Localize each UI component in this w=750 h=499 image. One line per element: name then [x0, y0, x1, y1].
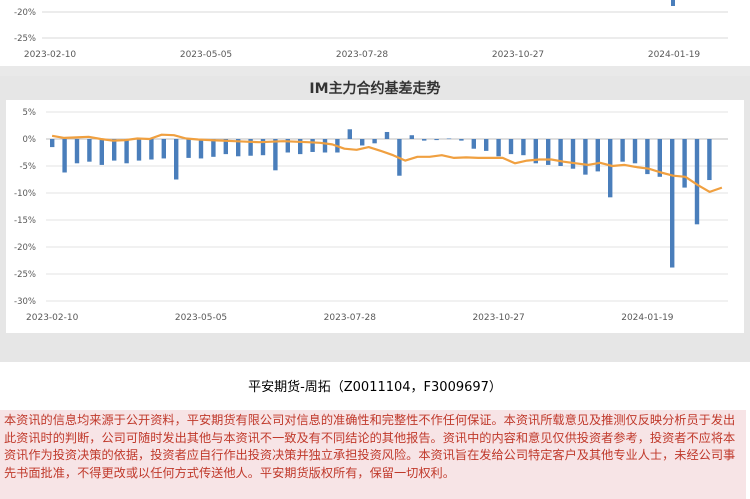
- basis-bar: [186, 139, 191, 158]
- basis-bar: [422, 139, 427, 141]
- xtick-label: 2023-07-28: [324, 313, 377, 323]
- xtick-label: 2023-05-05: [175, 313, 227, 323]
- basis-bar: [595, 139, 600, 172]
- basis-bar: [74, 139, 80, 164]
- grid-layer: [46, 111, 728, 302]
- basis-bar: [459, 139, 464, 141]
- basis-bar: [694, 139, 700, 225]
- basis-bar: [198, 139, 204, 159]
- basis-bar: [112, 139, 117, 161]
- basis-bar: [583, 139, 588, 175]
- ytick-label: -20%: [14, 243, 36, 253]
- basis-bar: [384, 131, 390, 139]
- x-axis: 2023-02-10 2023-05-05 2023-07-28 2023-10-27…: [26, 313, 674, 323]
- basis-bar: [471, 139, 476, 149]
- ytick-label: -10%: [14, 189, 36, 199]
- basis-bar: [161, 139, 166, 159]
- ytick-label: 5%: [23, 108, 37, 118]
- ytick-label: 0%: [23, 135, 37, 145]
- basis-bar: [149, 139, 154, 160]
- ytick-label: -15%: [14, 216, 36, 226]
- author-signature: 平安期货-周拓（Z0011104，F3009697）: [248, 380, 502, 395]
- basis-bar: [682, 139, 687, 188]
- basis-bar: [211, 139, 216, 157]
- basis-bar: [496, 139, 501, 157]
- basis-bar: [434, 139, 439, 141]
- basis-bar: [347, 129, 352, 139]
- chart-footer-band: [0, 333, 750, 362]
- basis-bar: [99, 139, 104, 165]
- ytick-label: -30%: [14, 297, 36, 307]
- y-axis: 5% 0% -5% -10% -15% -20% -25% -30%: [14, 108, 36, 307]
- basis-bar: [360, 139, 365, 146]
- basis-bar: [620, 139, 625, 162]
- basis-bar: [484, 139, 489, 151]
- basis-bar: [87, 139, 92, 162]
- basis-bar: [50, 139, 55, 148]
- basis-bar: [62, 139, 67, 173]
- basis-bar: [570, 139, 576, 169]
- basis-bar: [446, 138, 452, 140]
- ytick-label: -25%: [14, 270, 36, 280]
- basis-bar: [124, 139, 129, 164]
- disclaimer-box: 本资讯的信息均来源于公开资料，平安期货有限公司对信息的准确性和完整性不作任何保证…: [0, 410, 746, 499]
- basis-bar: [707, 139, 712, 181]
- ytick-label: -5%: [19, 162, 36, 172]
- basis-bar: [372, 139, 377, 144]
- basis-chart-svg: 5%0%-5%-10%-15%-20%-25%-30% 2023-02-10 20…: [14, 108, 728, 323]
- basis-bar: [670, 139, 675, 268]
- basis-bar: [322, 139, 328, 153]
- xtick-label: 2024-01-19: [621, 313, 674, 323]
- basis-bar: [174, 139, 179, 180]
- xtick-label: 2023-10-27: [472, 313, 524, 323]
- basis-bar: [608, 139, 613, 198]
- basis-bar: [310, 139, 315, 152]
- basis-bar: [508, 139, 514, 155]
- xtick-label: 2023-02-10: [26, 313, 79, 323]
- basis-bar: [273, 139, 278, 171]
- basis-bar: [521, 139, 526, 156]
- basis-bar: [546, 139, 551, 165]
- basis-bar: [136, 139, 142, 161]
- basis-bar: [409, 135, 414, 139]
- basis-bar: [632, 139, 638, 164]
